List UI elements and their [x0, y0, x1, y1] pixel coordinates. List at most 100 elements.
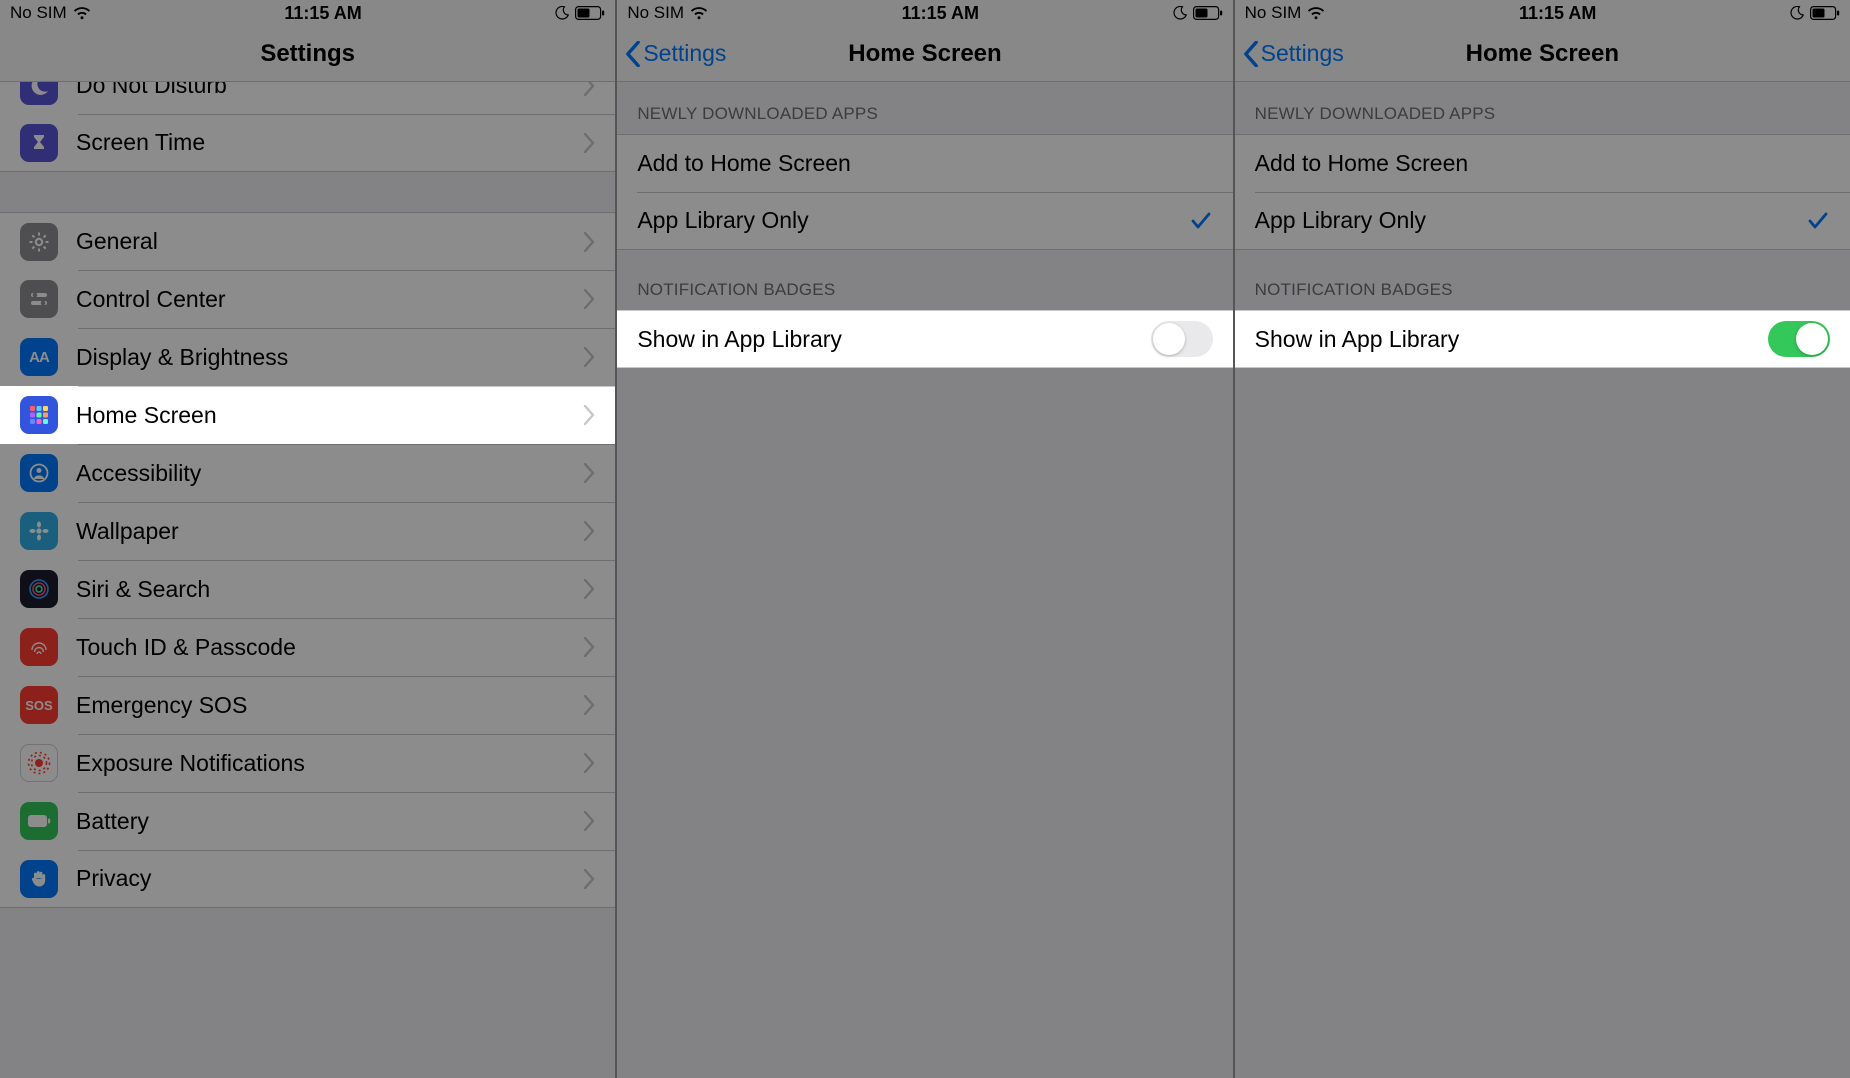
chevron-right-icon — [583, 521, 595, 541]
settings-row-control-center[interactable]: Control Center — [0, 270, 615, 328]
wifi-icon — [690, 6, 708, 20]
option-app-library-only[interactable]: App Library Only — [1235, 192, 1850, 250]
section-header-newly-downloaded: NEWLY DOWNLOADED APPS — [1235, 82, 1850, 134]
settings-row-display-brightness[interactable]: AA Display & Brightness — [0, 328, 615, 386]
settings-row-label: Screen Time — [76, 129, 583, 156]
toggle-knob — [1796, 323, 1828, 355]
settings-row-privacy[interactable]: Privacy — [0, 850, 615, 908]
option-label: Add to Home Screen — [637, 150, 1212, 177]
chevron-right-icon — [583, 347, 595, 367]
battery-icon — [575, 6, 605, 20]
battery-icon — [1193, 6, 1223, 20]
chevron-right-icon — [583, 637, 595, 657]
hand-icon — [20, 860, 58, 898]
row-show-in-app-library[interactable]: Show in App Library — [617, 310, 1232, 368]
carrier-text: No SIM — [10, 3, 67, 23]
moon-icon — [20, 82, 58, 105]
nav-bar: Settings Home Screen — [1235, 26, 1850, 82]
battery-icon — [20, 802, 58, 840]
wifi-icon — [1307, 6, 1325, 20]
option-add-to-home-screen[interactable]: Add to Home Screen — [1235, 134, 1850, 192]
back-label: Settings — [643, 40, 726, 67]
page-title: Home Screen — [1466, 40, 1619, 68]
settings-row-accessibility[interactable]: Accessibility — [0, 444, 615, 502]
settings-row-screen-time[interactable]: Screen Time — [0, 114, 615, 172]
option-label: App Library Only — [1255, 207, 1806, 234]
dnd-moon-icon — [1173, 6, 1187, 20]
status-bar: No SIM 11:15 AM — [1235, 0, 1850, 26]
siri-icon — [20, 570, 58, 608]
status-bar: No SIM 11:15 AM — [0, 0, 615, 26]
show-in-app-library-toggle[interactable] — [1151, 321, 1213, 357]
finger-icon — [20, 628, 58, 666]
AA-icon: AA — [20, 338, 58, 376]
chevron-right-icon — [583, 869, 595, 889]
flower-icon — [20, 512, 58, 550]
toggle-label: Show in App Library — [637, 326, 1150, 353]
chevron-right-icon — [583, 82, 595, 96]
back-label: Settings — [1261, 40, 1344, 67]
settings-row-label: Emergency SOS — [76, 692, 583, 719]
row-show-in-app-library[interactable]: Show in App Library — [1235, 310, 1850, 368]
settings-row-touch-id-passcode[interactable]: Touch ID & Passcode — [0, 618, 615, 676]
show-in-app-library-toggle[interactable] — [1768, 321, 1830, 357]
back-button[interactable]: Settings — [1243, 26, 1344, 81]
settings-row-exposure-notifications[interactable]: Exposure Notifications — [0, 734, 615, 792]
chevron-right-icon — [583, 753, 595, 773]
expo-icon — [20, 744, 58, 782]
settings-row-label: Control Center — [76, 286, 583, 313]
chevron-right-icon — [583, 133, 595, 153]
option-label: App Library Only — [637, 207, 1188, 234]
settings-row-label: General — [76, 228, 583, 255]
section-header-newly-downloaded: NEWLY DOWNLOADED APPS — [617, 82, 1232, 134]
settings-row-label: Wallpaper — [76, 518, 583, 545]
gear-icon — [20, 223, 58, 261]
settings-row-siri-search[interactable]: Siri & Search — [0, 560, 615, 618]
nav-bar: Settings — [0, 26, 615, 82]
toggle-knob — [1153, 323, 1185, 355]
carrier-text: No SIM — [1245, 3, 1302, 23]
back-button[interactable]: Settings — [625, 26, 726, 81]
chevron-right-icon — [583, 695, 595, 715]
settings-row-label: Exposure Notifications — [76, 750, 583, 777]
chevron-right-icon — [583, 579, 595, 599]
status-time: 11:15 AM — [902, 3, 979, 24]
option-add-to-home-screen[interactable]: Add to Home Screen — [617, 134, 1232, 192]
option-app-library-only[interactable]: App Library Only — [617, 192, 1232, 250]
settings-row-wallpaper[interactable]: Wallpaper — [0, 502, 615, 560]
settings-row-home-screen[interactable]: Home Screen — [0, 386, 615, 444]
settings-row-battery[interactable]: Battery — [0, 792, 615, 850]
chevron-right-icon — [583, 232, 595, 252]
page-title: Settings — [260, 40, 355, 68]
settings-row-label: Do Not Disturb — [76, 82, 583, 99]
settings-row-label: Accessibility — [76, 460, 583, 487]
settings-row-label: Home Screen — [76, 402, 583, 429]
checkmark-icon — [1806, 209, 1830, 233]
nav-bar: Settings Home Screen — [617, 26, 1232, 82]
wifi-icon — [73, 6, 91, 20]
person-icon — [20, 454, 58, 492]
settings-row-emergency-sos[interactable]: SOS Emergency SOS — [0, 676, 615, 734]
switches-icon — [20, 280, 58, 318]
grid-icon — [20, 396, 58, 434]
carrier-text: No SIM — [627, 3, 684, 23]
settings-row-label: Privacy — [76, 865, 583, 892]
chevron-right-icon — [583, 811, 595, 831]
status-bar: No SIM 11:15 AM — [617, 0, 1232, 26]
battery-icon — [1810, 6, 1840, 20]
page-title: Home Screen — [848, 40, 1001, 68]
toggle-label: Show in App Library — [1255, 326, 1768, 353]
settings-row-label: Touch ID & Passcode — [76, 634, 583, 661]
option-label: Add to Home Screen — [1255, 150, 1830, 177]
settings-row-do-not-disturb[interactable]: Do Not Disturb — [0, 82, 615, 114]
status-time: 11:15 AM — [284, 3, 361, 24]
SOS-icon: SOS — [20, 686, 58, 724]
checkmark-icon — [1189, 209, 1213, 233]
dnd-moon-icon — [555, 6, 569, 20]
status-time: 11:15 AM — [1519, 3, 1596, 24]
chevron-right-icon — [583, 463, 595, 483]
dnd-moon-icon — [1790, 6, 1804, 20]
hourglass-icon — [20, 124, 58, 162]
settings-row-general[interactable]: General — [0, 212, 615, 270]
settings-row-label: Display & Brightness — [76, 344, 583, 371]
